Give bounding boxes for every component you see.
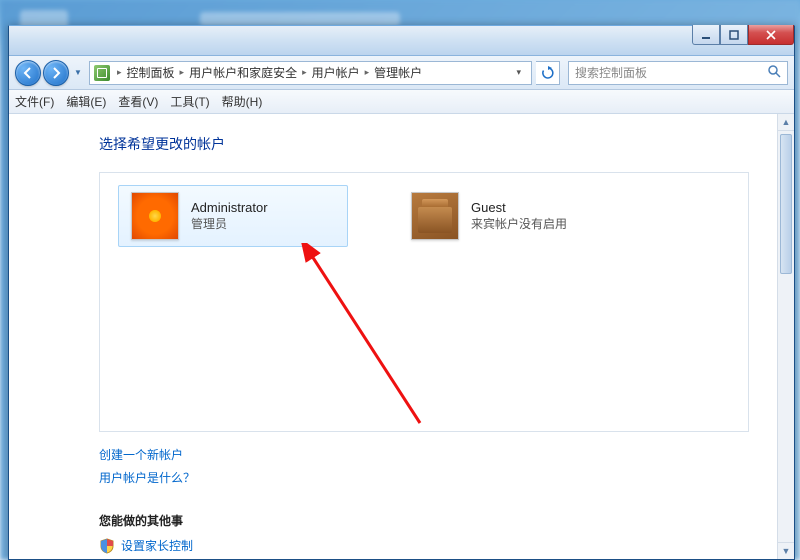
- window-controls: [692, 25, 794, 45]
- maximize-button[interactable]: [720, 25, 748, 45]
- nav-history-dropdown[interactable]: ▼: [71, 60, 85, 86]
- breadcrumb-item[interactable]: 用户帐户和家庭安全: [187, 64, 299, 81]
- menu-help[interactable]: 帮助(H): [222, 93, 263, 110]
- control-panel-window: ▼ ▸ 控制面板 ▸ 用户帐户和家庭安全 ▸ 用户帐户 ▸ 管理帐户 ▾ 搜索控…: [8, 25, 795, 560]
- chevron-right-icon: ▸: [177, 67, 188, 78]
- search-input[interactable]: 搜索控制面板: [568, 61, 788, 85]
- accounts-panel: Administrator 管理员 Guest 来宾帐户没有启用: [99, 172, 749, 432]
- link-what-is-account[interactable]: 用户帐户是什么？: [99, 469, 749, 486]
- breadcrumb-item[interactable]: 控制面板: [125, 64, 177, 81]
- control-panel-icon: [94, 65, 110, 81]
- breadcrumb-item[interactable]: 用户帐户: [310, 64, 362, 81]
- action-links: 创建一个新帐户 用户帐户是什么？: [99, 446, 749, 486]
- refresh-button[interactable]: [536, 61, 560, 85]
- nav-arrows: ▼: [15, 60, 85, 86]
- breadcrumb-bar[interactable]: ▸ 控制面板 ▸ 用户帐户和家庭安全 ▸ 用户帐户 ▸ 管理帐户 ▾: [89, 61, 532, 85]
- search-placeholder: 搜索控制面板: [575, 64, 647, 81]
- scroll-thumb[interactable]: [780, 134, 792, 274]
- account-name: Guest: [471, 200, 567, 215]
- chevron-right-icon: ▸: [299, 67, 310, 78]
- menu-edit[interactable]: 编辑(E): [66, 93, 106, 110]
- link-create-account[interactable]: 创建一个新帐户: [99, 446, 749, 463]
- link-parental-control[interactable]: 设置家长控制: [121, 537, 193, 554]
- close-button[interactable]: [748, 25, 794, 45]
- search-icon: [767, 64, 781, 81]
- other-header: 您能做的其他事: [99, 512, 749, 529]
- menu-file[interactable]: 文件(F): [15, 93, 54, 110]
- content-area: 选择希望更改的帐户 Administrator 管理员 Guest 来宾帐户没有…: [9, 114, 794, 559]
- account-name: Administrator: [191, 200, 268, 215]
- menu-tools[interactable]: 工具(T): [170, 93, 209, 110]
- menu-bar: 文件(F) 编辑(E) 查看(V) 工具(T) 帮助(H): [9, 90, 794, 114]
- scroll-down-button[interactable]: ▼: [778, 542, 794, 559]
- account-text: Administrator 管理员: [191, 200, 268, 232]
- navigation-bar: ▼ ▸ 控制面板 ▸ 用户帐户和家庭安全 ▸ 用户帐户 ▸ 管理帐户 ▾ 搜索控…: [9, 56, 794, 90]
- minimize-button[interactable]: [692, 25, 720, 45]
- other-item-parental[interactable]: 设置家长控制: [99, 537, 749, 554]
- back-button[interactable]: [15, 60, 41, 86]
- annotation-arrow-icon: [300, 243, 440, 433]
- chevron-right-icon: ▸: [114, 67, 125, 78]
- menu-view[interactable]: 查看(V): [118, 93, 158, 110]
- account-card-guest[interactable]: Guest 来宾帐户没有启用: [398, 185, 628, 247]
- titlebar: [9, 26, 794, 56]
- account-role: 管理员: [191, 215, 268, 232]
- briefcase-avatar-icon: [411, 192, 459, 240]
- chevron-right-icon: ▸: [362, 67, 373, 78]
- account-role: 来宾帐户没有启用: [471, 215, 567, 232]
- forward-button[interactable]: [43, 60, 69, 86]
- page-title: 选择希望更改的帐户: [99, 134, 749, 154]
- account-card-administrator[interactable]: Administrator 管理员: [118, 185, 348, 247]
- content: 选择希望更改的帐户 Administrator 管理员 Guest 来宾帐户没有…: [9, 114, 777, 559]
- shield-icon: [99, 538, 115, 554]
- scroll-up-button[interactable]: ▲: [778, 114, 794, 131]
- account-text: Guest 来宾帐户没有启用: [471, 200, 567, 232]
- other-list: 设置家长控制: [99, 537, 749, 554]
- breadcrumb-item[interactable]: 管理帐户: [372, 64, 424, 81]
- breadcrumb-dropdown[interactable]: ▾: [510, 67, 527, 78]
- flower-avatar-icon: [131, 192, 179, 240]
- vertical-scrollbar[interactable]: ▲ ▼: [777, 114, 794, 559]
